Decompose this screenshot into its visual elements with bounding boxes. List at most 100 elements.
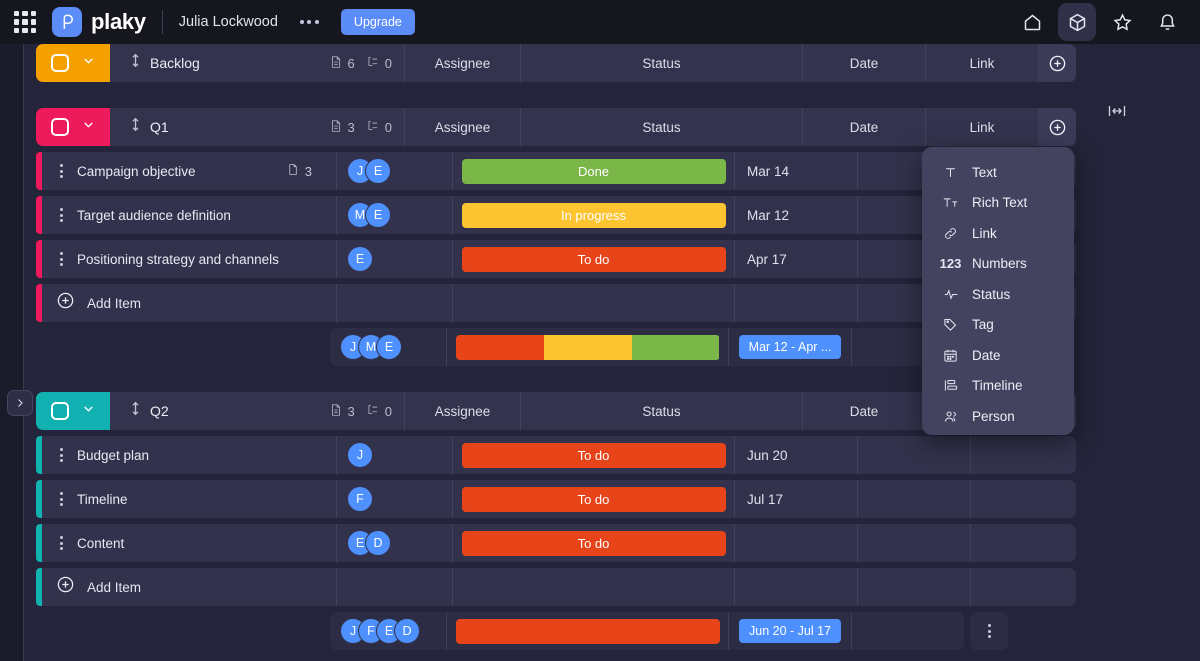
table-row: ContentEDTo do — [36, 524, 1076, 562]
ellipsis-horizontal-icon[interactable] — [300, 20, 319, 24]
dots-vertical-icon[interactable] — [988, 624, 991, 638]
add-item-row[interactable]: Add Item — [36, 284, 1076, 322]
link-cell[interactable] — [857, 524, 970, 562]
workspace-username: Julia Lockwood — [179, 14, 278, 30]
dropdown-item-label: Status — [972, 287, 1010, 302]
assignee-cell[interactable]: JE — [336, 152, 452, 190]
status-cell[interactable]: In progress — [452, 196, 734, 234]
row-name-cell: Content — [42, 524, 336, 562]
subitem-icon — [366, 55, 380, 72]
plus-circle-icon[interactable] — [56, 291, 75, 315]
assignee-cell[interactable]: J — [336, 436, 452, 474]
dropdown-item-tag[interactable]: Tag — [922, 310, 1074, 341]
date-cell[interactable]: Jul 17 — [734, 480, 857, 518]
assignee-cell[interactable]: E — [336, 240, 452, 278]
dots-vertical-icon[interactable] — [60, 208, 63, 222]
summary-avatars: JME — [340, 334, 402, 360]
home-icon[interactable] — [1013, 3, 1051, 41]
bell-icon[interactable] — [1148, 3, 1186, 41]
chevron-down-icon[interactable] — [82, 402, 95, 420]
add-item-cell[interactable]: Add Item — [42, 568, 336, 606]
group-color-block[interactable] — [36, 44, 110, 82]
dropdown-item-status[interactable]: Status — [922, 279, 1074, 310]
summary-assignee-cell: JME — [330, 328, 446, 366]
group-checkbox[interactable] — [51, 402, 69, 420]
column-header-assignee[interactable]: Assignee — [404, 392, 520, 430]
dropdown-item-person[interactable]: Person — [922, 401, 1074, 432]
date-cell[interactable]: Mar 12 — [734, 196, 857, 234]
header-action-icons — [1013, 3, 1186, 41]
group-color-block[interactable] — [36, 108, 110, 146]
status-cell[interactable]: Done — [452, 152, 734, 190]
column-header-date[interactable]: Date — [802, 392, 925, 430]
status-cell[interactable]: To do — [452, 240, 734, 278]
empty-cell — [734, 568, 857, 606]
star-icon[interactable] — [1103, 3, 1141, 41]
horizontal-resize-icon[interactable] — [1104, 102, 1130, 120]
drag-vertical-icon[interactable] — [130, 117, 141, 137]
add-column-button[interactable] — [1038, 44, 1076, 82]
group-name: Q1 — [150, 119, 169, 135]
dropdown-item-rich-text[interactable]: Rich Text — [922, 188, 1074, 219]
empty-cell — [336, 568, 452, 606]
chevron-down-icon[interactable] — [82, 118, 95, 136]
status-cell[interactable]: To do — [452, 480, 734, 518]
sidebar-expand-button[interactable] — [7, 390, 33, 416]
dots-vertical-icon[interactable] — [60, 536, 63, 550]
dots-vertical-icon[interactable] — [60, 492, 63, 506]
grid-apps-icon[interactable] — [14, 11, 36, 33]
dropdown-item-timeline[interactable]: Timeline — [922, 371, 1074, 402]
summary-avatars: JFED — [340, 618, 420, 644]
dots-vertical-icon[interactable] — [60, 252, 63, 266]
link-cell[interactable] — [857, 480, 970, 518]
date-cell[interactable]: Jun 20 — [734, 436, 857, 474]
column-header-status[interactable]: Status — [520, 108, 802, 146]
group-checkbox[interactable] — [51, 118, 69, 136]
link-cell[interactable] — [857, 436, 970, 474]
summary-menu-button[interactable] — [970, 612, 1008, 650]
column-header-status[interactable]: Status — [520, 44, 802, 82]
add-column-button[interactable] — [1038, 108, 1076, 146]
brand-logo[interactable]: plaky — [52, 7, 146, 37]
column-header-assignee[interactable]: Assignee — [404, 108, 520, 146]
column-header-link[interactable]: Link — [925, 44, 1038, 82]
dots-vertical-icon[interactable] — [60, 448, 63, 462]
column-header-date[interactable]: Date — [802, 108, 925, 146]
group-backlog: Backlog60AssigneeStatusDateLink — [36, 44, 1076, 82]
assignee-cell[interactable]: ED — [336, 524, 452, 562]
rich-text-icon — [942, 195, 959, 210]
add-item-row[interactable]: Add Item — [36, 568, 1076, 606]
dropdown-item-numbers[interactable]: 123Numbers — [922, 249, 1074, 280]
column-header-assignee[interactable]: Assignee — [404, 44, 520, 82]
date-cell[interactable] — [734, 524, 857, 562]
assignee-cell[interactable]: ME — [336, 196, 452, 234]
column-header-link[interactable]: Link — [925, 108, 1038, 146]
dots-vertical-icon[interactable] — [60, 164, 63, 178]
dropdown-item-link[interactable]: Link — [922, 218, 1074, 249]
status-cell[interactable]: To do — [452, 524, 734, 562]
group-checkbox[interactable] — [51, 54, 69, 72]
drag-vertical-icon[interactable] — [130, 401, 141, 421]
empty-cell — [734, 284, 857, 322]
drag-vertical-icon[interactable] — [130, 53, 141, 73]
row-body: TimelineFTo doJul 17 — [42, 480, 1076, 518]
plus-circle-icon[interactable] — [56, 575, 75, 599]
dropdown-item-text[interactable]: Text — [922, 157, 1074, 188]
date-cell[interactable]: Mar 14 — [734, 152, 857, 190]
date-cell[interactable]: Apr 17 — [734, 240, 857, 278]
column-header-date[interactable]: Date — [802, 44, 925, 82]
cube-icon[interactable] — [1058, 3, 1096, 41]
summary-date-cell: Jun 20 - Jul 17 — [728, 612, 851, 650]
column-type-dropdown-menu[interactable]: TextRich TextLink123Numbers Status TagDate… — [922, 147, 1074, 435]
upgrade-button[interactable]: Upgrade — [341, 9, 415, 35]
row-body: ContentEDTo do — [42, 524, 1076, 562]
status-cell[interactable]: To do — [452, 436, 734, 474]
dropdown-item-date[interactable]: Date — [922, 340, 1074, 371]
group-name-cell: Backlog60 — [110, 44, 404, 82]
add-item-cell[interactable]: Add Item — [42, 284, 336, 322]
group-color-block[interactable] — [36, 392, 110, 430]
chevron-down-icon[interactable] — [82, 54, 95, 72]
text-icon — [942, 165, 959, 180]
column-header-status[interactable]: Status — [520, 392, 802, 430]
assignee-cell[interactable]: F — [336, 480, 452, 518]
